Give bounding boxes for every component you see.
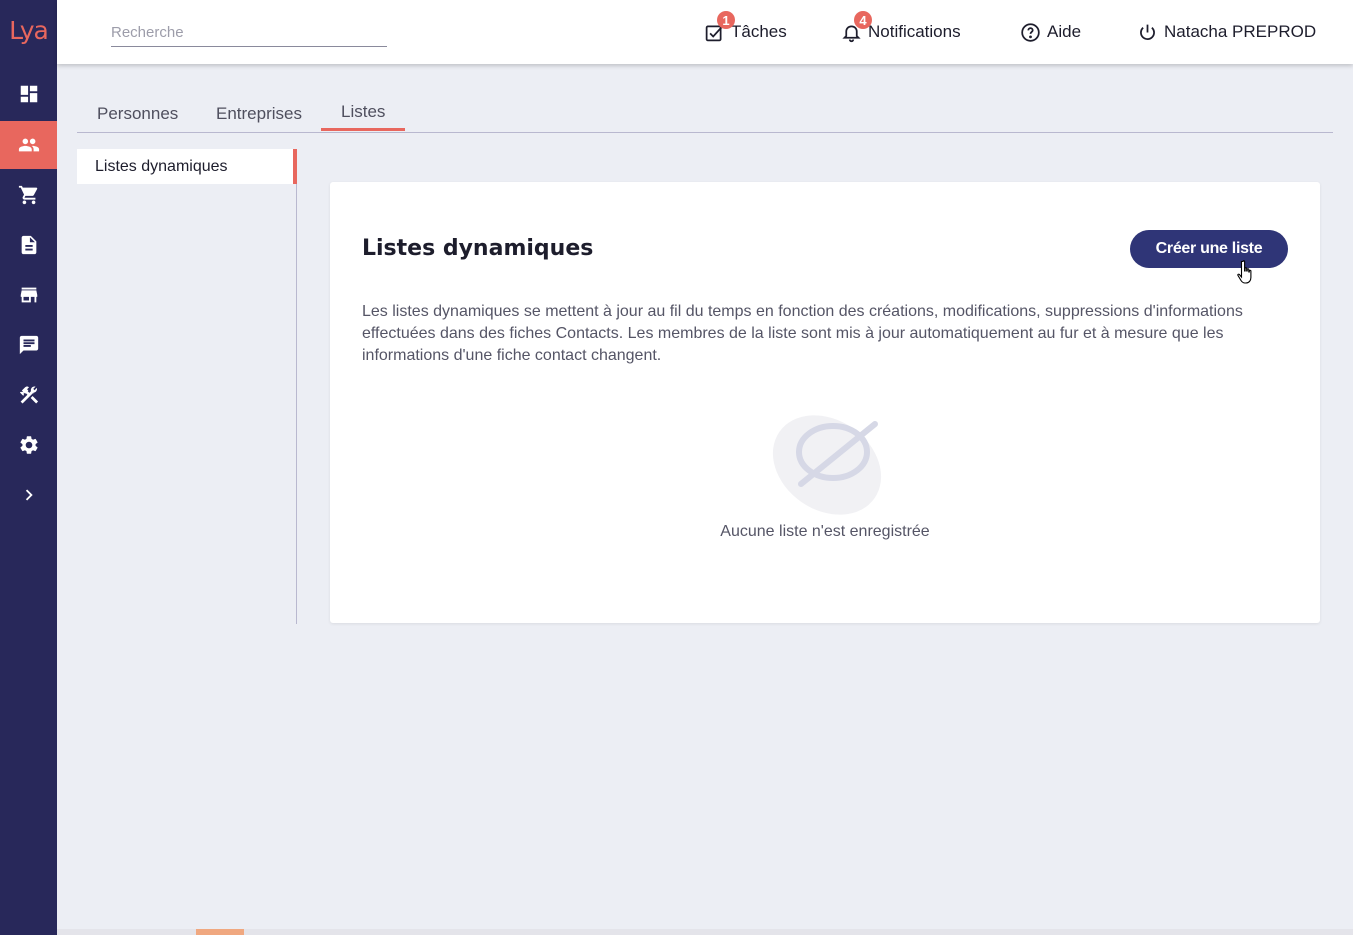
tab-personnes[interactable]: Personnes [97, 104, 178, 132]
nav-dashboard[interactable] [0, 70, 57, 118]
tasks-badge: 1 [717, 11, 735, 29]
people-icon [18, 138, 39, 152]
card-description: Les listes dynamiques se mettent à jour … [362, 303, 1243, 364]
submenu-item-listes-dynamiques[interactable]: Listes dynamiques [77, 149, 297, 184]
hand-cursor-icon [1237, 260, 1252, 284]
submenu-item-label: Listes dynamiques [95, 157, 228, 175]
help-label: Aide [1047, 22, 1082, 41]
horizontal-scrollbar[interactable] [57, 929, 1353, 935]
tab-entreprises[interactable]: Entreprises [216, 104, 302, 132]
dashboard-icon [20, 85, 37, 103]
card-title: Listes dynamiques [362, 236, 594, 261]
scrollbar-thumb[interactable] [196, 929, 244, 935]
nav-expand[interactable] [0, 471, 57, 519]
help-icon [1021, 22, 1040, 42]
document-icon [21, 235, 36, 255]
notifications-badge: 4 [854, 11, 872, 29]
chevron-right-icon [25, 489, 33, 501]
notifications-button[interactable]: 4 Notifications [841, 11, 961, 44]
dynamic-lists-card: Listes dynamiques Créer une liste Les li… [330, 182, 1320, 623]
nav-documents[interactable] [0, 221, 57, 269]
notifications-label: Notifications [868, 22, 961, 41]
tasks-label: Tâches [731, 22, 787, 41]
sidebar: Lya [0, 0, 57, 935]
top-header: 1 Tâches 4 Notifications Aide Natacha PR… [57, 0, 1353, 64]
create-list-button[interactable]: Créer une liste [1130, 230, 1288, 268]
tasks-button[interactable]: 1 Tâches [704, 11, 787, 44]
gear-icon [19, 436, 38, 454]
nav-contacts[interactable] [0, 121, 57, 169]
empty-state-icon [772, 415, 882, 515]
logo-text: Lya [9, 15, 49, 45]
empty-state-message: Aucune liste n'est enregistrée [720, 523, 930, 540]
chat-icon [19, 335, 38, 355]
search-input[interactable] [111, 18, 387, 47]
tab-listes[interactable]: Listes [341, 102, 385, 130]
power-icon [1140, 24, 1155, 40]
user-menu-button[interactable]: Natacha PREPROD [1137, 20, 1316, 44]
help-button[interactable]: Aide [1020, 20, 1081, 44]
contacts-tabs: Personnes Entreprises Listes [77, 96, 1333, 133]
nav-settings[interactable] [0, 421, 57, 469]
cart-icon [18, 185, 37, 205]
store-icon [20, 287, 37, 303]
user-name: Natacha PREPROD [1164, 22, 1317, 41]
app-logo[interactable]: Lya [0, 0, 57, 64]
nav-orders[interactable] [0, 171, 57, 219]
nav-store[interactable] [0, 271, 57, 319]
nav-tools[interactable] [0, 371, 57, 419]
tools-icon [19, 386, 38, 404]
lists-submenu: Listes dynamiques [77, 149, 297, 624]
active-tab-indicator [321, 128, 405, 131]
nav-messages[interactable] [0, 321, 57, 369]
